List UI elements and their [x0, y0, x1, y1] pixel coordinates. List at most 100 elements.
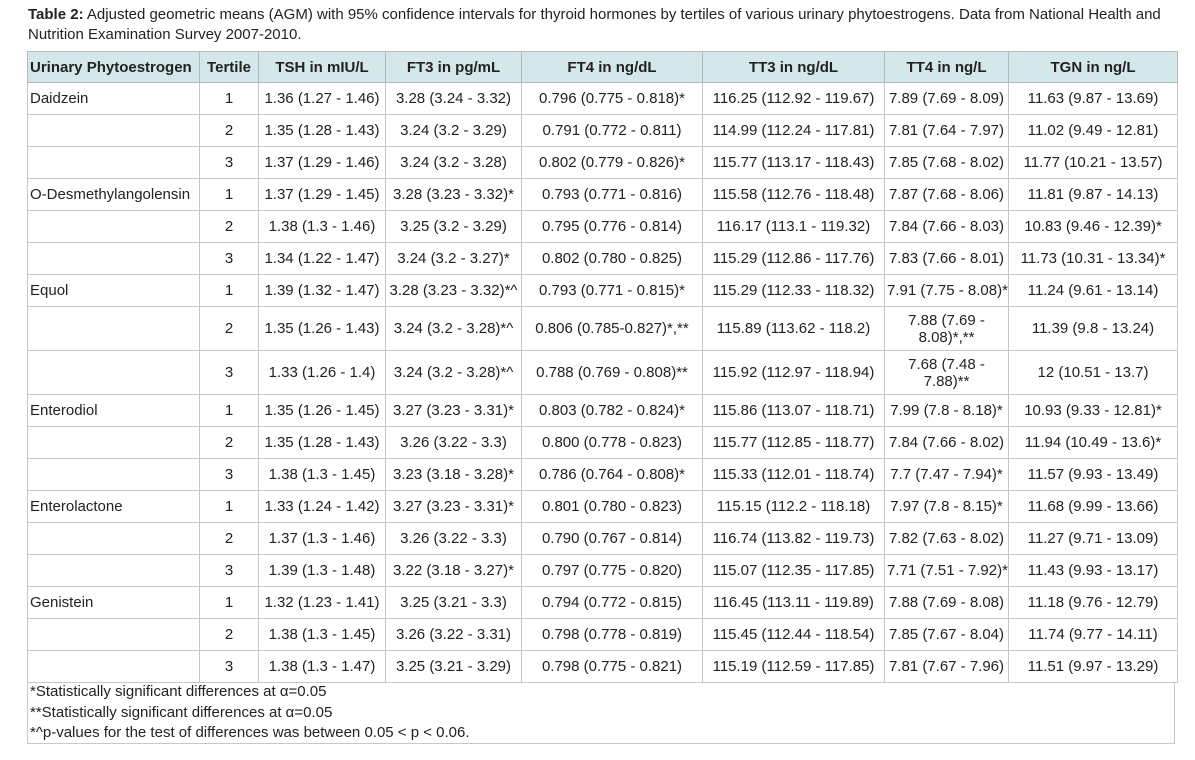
table-cell: Enterodiol	[27, 394, 200, 427]
table-cell: 3.24 (3.2 - 3.28)*^	[385, 306, 522, 351]
table-cell: 0.793 (0.771 - 0.815)*	[521, 274, 703, 307]
table-cell: 1.34 (1.22 - 1.47)	[258, 242, 386, 275]
col-header-ft4: FT4 in ng/dL	[521, 51, 703, 83]
table-cell: 3	[199, 350, 259, 395]
table-cell: 11.51 (9.97 - 13.29)	[1008, 650, 1178, 683]
table-cell: 2	[199, 426, 259, 459]
table-cell: 0.798 (0.775 - 0.821)	[521, 650, 703, 683]
table-cell: 2	[199, 522, 259, 555]
table-cell: 11.63 (9.87 - 13.69)	[1008, 82, 1178, 115]
table-cell: 7.68 (7.48 - 7.88)**	[884, 350, 1009, 395]
table-cell: 1.33 (1.24 - 1.42)	[258, 490, 386, 523]
table-row: 3 1.34 (1.22 - 1.47) 3.24 (3.2 - 3.27)* 0.8…	[27, 242, 1178, 275]
table-cell: 1.39 (1.32 - 1.47)	[258, 274, 386, 307]
table-cell: 1	[199, 178, 259, 211]
table-cell: 115.19 (112.59 - 117.85)	[702, 650, 885, 683]
table-cell	[27, 146, 200, 179]
table-cell: 1	[199, 82, 259, 115]
table-cell	[27, 650, 200, 683]
col-header-ft3: FT3 in pg/mL	[385, 51, 522, 83]
table-cell: 0.803 (0.782 - 0.824)*	[521, 394, 703, 427]
table-row: Equol 1 1.39 (1.32 - 1.47) 3.28 (3.23 - 3.3…	[27, 274, 1178, 307]
table-cell: 115.15 (112.2 - 118.18)	[702, 490, 885, 523]
table-cell: 11.18 (9.76 - 12.79)	[1008, 586, 1178, 619]
table-cell	[27, 306, 200, 351]
table-row: 2 1.37 (1.3 - 1.46) 3.26 (3.22 - 3.3) 0.790…	[27, 522, 1178, 555]
table-row: 3 1.38 (1.3 - 1.47) 3.25 (3.21 - 3.29) 0.79…	[27, 650, 1178, 683]
table-cell: 7.82 (7.63 - 8.02)	[884, 522, 1009, 555]
table-cell: 7.87 (7.68 - 8.06)	[884, 178, 1009, 211]
caption-text: Adjusted geometric means (AGM) with 95% …	[28, 6, 1161, 43]
table-cell: 3.24 (3.2 - 3.29)	[385, 114, 522, 147]
table-body: Daidzein 1 1.36 (1.27 - 1.46) 3.28 (3.24 - …	[27, 82, 1178, 683]
table-cell: 1.37 (1.29 - 1.45)	[258, 178, 386, 211]
table-cell: 3.25 (3.21 - 3.3)	[385, 586, 522, 619]
table-cell: 2	[199, 114, 259, 147]
table-cell: 0.793 (0.771 - 0.816)	[521, 178, 703, 211]
table-cell: 1.39 (1.3 - 1.48)	[258, 554, 386, 587]
table-cell: 3.23 (3.18 - 3.28)*	[385, 458, 522, 491]
table-cell: 0.791 (0.772 - 0.811)	[521, 114, 703, 147]
table-row: 2 1.35 (1.26 - 1.43) 3.24 (3.2 - 3.28)*^ 0.…	[27, 306, 1178, 351]
table-cell: 11.77 (10.21 - 13.57)	[1008, 146, 1178, 179]
table-cell: 11.57 (9.93 - 13.49)	[1008, 458, 1178, 491]
table-cell: 114.99 (112.24 - 117.81)	[702, 114, 885, 147]
table-cell: 1.35 (1.28 - 1.43)	[258, 426, 386, 459]
table-cell: 1.37 (1.3 - 1.46)	[258, 522, 386, 555]
table-cell	[27, 458, 200, 491]
table-row: 3 1.33 (1.26 - 1.4) 3.24 (3.2 - 3.28)*^ 0.7…	[27, 350, 1178, 395]
table-caption: Table 2: Adjusted geometric means (AGM) …	[28, 5, 1178, 45]
table-cell: 2	[199, 210, 259, 243]
table-cell: 7.89 (7.69 - 8.09)	[884, 82, 1009, 115]
table-cell: 7.81 (7.67 - 7.96)	[884, 650, 1009, 683]
table-cell: 7.83 (7.66 - 8.01)	[884, 242, 1009, 275]
table-row: 3 1.37 (1.29 - 1.46) 3.24 (3.2 - 3.28) 0.80…	[27, 146, 1178, 179]
table-cell: 7.91 (7.75 - 8.08)*	[884, 274, 1009, 307]
table-cell: 11.74 (9.77 - 14.11)	[1008, 618, 1178, 651]
table-cell: 3.26 (3.22 - 3.3)	[385, 522, 522, 555]
table-cell: 11.73 (10.31 - 13.34)*	[1008, 242, 1178, 275]
table-cell: 3.28 (3.23 - 3.32)*^	[385, 274, 522, 307]
table-cell: 11.43 (9.93 - 13.17)	[1008, 554, 1178, 587]
table-row: 2 1.35 (1.28 - 1.43) 3.26 (3.22 - 3.3) 0.80…	[27, 426, 1178, 459]
table-row: 2 1.35 (1.28 - 1.43) 3.24 (3.2 - 3.29) 0.79…	[27, 114, 1178, 147]
table-cell	[27, 554, 200, 587]
table-cell: 1	[199, 490, 259, 523]
table-cell: 0.806 (0.785-0.827)*,**	[521, 306, 703, 351]
table-cell: 1.35 (1.26 - 1.45)	[258, 394, 386, 427]
table-cell: 1.38 (1.3 - 1.47)	[258, 650, 386, 683]
table-cell	[27, 350, 200, 395]
table-cell: 0.802 (0.780 - 0.825)	[521, 242, 703, 275]
table-cell: 115.07 (112.35 - 117.85)	[702, 554, 885, 587]
table-row: Enterolactone 1 1.33 (1.24 - 1.42) 3.27 (3.…	[27, 490, 1178, 523]
table-cell: 7.85 (7.68 - 8.02)	[884, 146, 1009, 179]
table-cell: Enterolactone	[27, 490, 200, 523]
table-cell: 3.24 (3.2 - 3.27)*	[385, 242, 522, 275]
table-cell: 3.24 (3.2 - 3.28)*^	[385, 350, 522, 395]
table-cell: 1.32 (1.23 - 1.41)	[258, 586, 386, 619]
table-cell: 7.84 (7.66 - 8.03)	[884, 210, 1009, 243]
table-cell: 3.24 (3.2 - 3.28)	[385, 146, 522, 179]
table-cell: 1.38 (1.3 - 1.45)	[258, 618, 386, 651]
table-cell: 7.7 (7.47 - 7.94)*	[884, 458, 1009, 491]
table-cell: 0.794 (0.772 - 0.815)	[521, 586, 703, 619]
table-cell: 7.99 (7.8 - 8.18)*	[884, 394, 1009, 427]
table-row: 3 1.39 (1.3 - 1.48) 3.22 (3.18 - 3.27)* 0.7…	[27, 554, 1178, 587]
table-cell: 1.35 (1.28 - 1.43)	[258, 114, 386, 147]
col-header-tt4: TT4 in ng/L	[884, 51, 1009, 83]
table-cell: 0.796 (0.775 - 0.818)*	[521, 82, 703, 115]
table-cell: 3	[199, 242, 259, 275]
table-cell: 3.25 (3.2 - 3.29)	[385, 210, 522, 243]
table-cell: 2	[199, 306, 259, 351]
table-cell: 3	[199, 650, 259, 683]
table-cell: 115.58 (112.76 - 118.48)	[702, 178, 885, 211]
table-cell: 3	[199, 458, 259, 491]
footnotes: *Statistically significant differences a…	[27, 682, 1175, 744]
table-cell: 115.92 (112.97 - 118.94)	[702, 350, 885, 395]
table-cell: 11.81 (9.87 - 14.13)	[1008, 178, 1178, 211]
table-cell: 3.22 (3.18 - 3.27)*	[385, 554, 522, 587]
table-cell: 3.25 (3.21 - 3.29)	[385, 650, 522, 683]
table-cell: 7.81 (7.64 - 7.97)	[884, 114, 1009, 147]
table-cell: 11.39 (9.8 - 13.24)	[1008, 306, 1178, 351]
table-cell: 1.37 (1.29 - 1.46)	[258, 146, 386, 179]
